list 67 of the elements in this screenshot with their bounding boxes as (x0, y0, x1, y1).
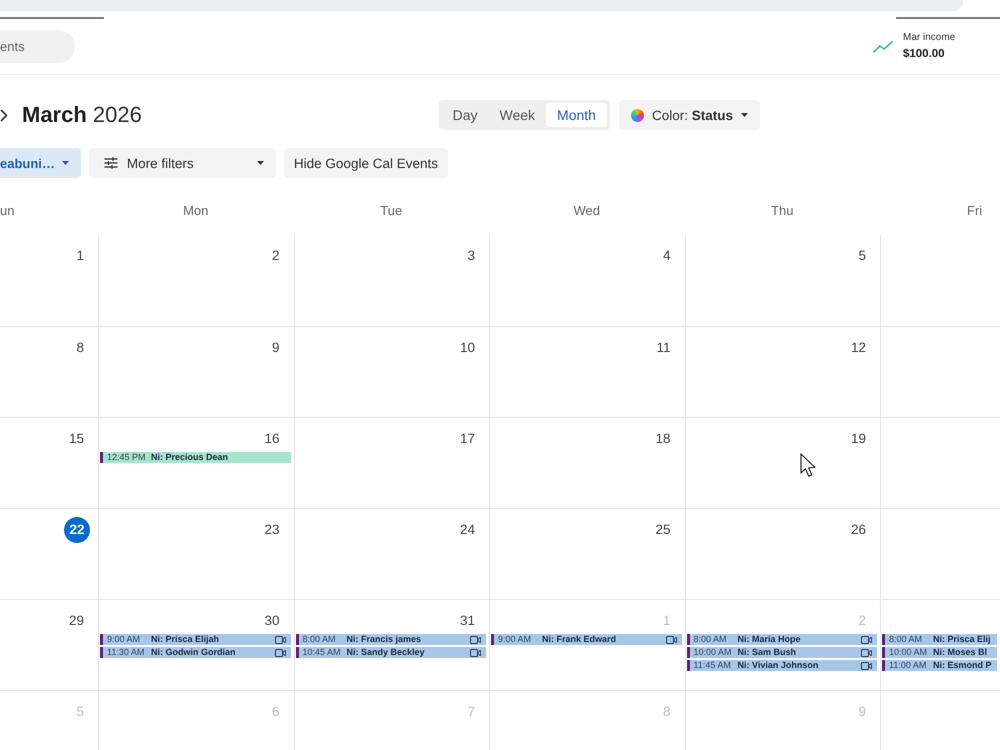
caret-down-icon (62, 161, 69, 165)
date-number: 23 (264, 521, 280, 539)
mouse-pointer-icon (800, 453, 817, 478)
date-number: 15 (68, 430, 84, 448)
more-filters-button[interactable]: More filters (88, 148, 276, 178)
caret-down-icon (256, 161, 264, 165)
date-number: 1 (662, 612, 670, 630)
weekday-label: Fri (967, 203, 982, 218)
date-number: 7 (467, 703, 475, 721)
view-tab[interactable]: Month (546, 103, 607, 127)
calendar-event[interactable]: 9:00 AM Ni: Frank Edward (491, 634, 682, 645)
calendar-event[interactable]: 8:00 AM Ni: Maria Hope (686, 634, 877, 645)
caret-down-icon (741, 113, 748, 117)
date-number: 18 (655, 430, 670, 448)
date-number: 12 (850, 339, 866, 357)
hide-events-button[interactable]: Hide Google Cal Events (284, 148, 448, 178)
income-amount: $100.00 (903, 47, 946, 62)
calendar-event[interactable]: 11:00 AM Ni: Esmond P (882, 660, 997, 671)
calendar-event[interactable]: 11:30 AM Ni: Godwin Gordian (100, 647, 290, 658)
date-number: 19 (850, 430, 866, 448)
search-field[interactable]: ents (0, 30, 75, 63)
income-label: Mar income (903, 31, 956, 44)
date-number: 9 (858, 703, 866, 721)
calendar-event[interactable]: 11:45 AM Ni: Vivian Johnson (686, 660, 877, 671)
calendar-event[interactable]: 9:00 AM Ni: Prisca Elijah (100, 634, 290, 645)
sliders-icon (104, 157, 118, 169)
account-filter-chip[interactable]: eabuni… (0, 148, 81, 178)
date-number: 6 (272, 703, 280, 721)
calendar-event[interactable]: 10:00 AM Ni: Moses Bl (882, 647, 997, 658)
color-wheel-icon (630, 108, 644, 122)
date-number: 4 (662, 247, 670, 265)
date-number: 30 (264, 612, 280, 630)
chevron-right-icon[interactable] (0, 108, 8, 122)
weekday-label: Thu (771, 203, 794, 218)
date-number: 8 (662, 703, 670, 721)
date-number: 17 (460, 430, 475, 448)
trend-up-icon (873, 40, 893, 52)
date-number: 22 (64, 517, 90, 543)
date-number: 1 (76, 247, 84, 265)
calendar-event[interactable]: 12:45 PM Ni: Precious Dean (100, 452, 290, 463)
date-number: 31 (460, 612, 475, 630)
calendar-event[interactable]: 10:00 AM Ni: Sam Bush (686, 647, 877, 658)
date-number: 2 (272, 247, 280, 265)
date-number: 25 (655, 521, 670, 539)
date-number: 16 (264, 430, 280, 448)
date-number: 3 (467, 247, 475, 265)
calendar-event[interactable]: 10:45 AM Ni: Sandy Beckley (296, 647, 486, 658)
weekday-label: un (0, 203, 14, 218)
date-number: 26 (850, 521, 866, 539)
weekday-label: Wed (574, 203, 600, 218)
date-number: 11 (656, 339, 670, 357)
date-number: 24 (460, 521, 475, 539)
calendar-event[interactable]: 8:00 AM Ni: Prisca Elij (882, 634, 997, 645)
view-tab[interactable]: Day (442, 103, 488, 127)
weekday-label: Tue (380, 203, 402, 218)
date-number: 10 (460, 339, 475, 357)
date-number: 9 (272, 339, 280, 357)
date-number: 5 (76, 703, 84, 721)
month-title: March 2026 (22, 102, 142, 128)
color-menu-button[interactable]: Color: Status (618, 100, 760, 130)
date-number: 5 (858, 247, 866, 265)
calendar-event[interactable]: 8:00 AM Ni: Francis james (296, 634, 486, 645)
view-tab[interactable]: Week (488, 103, 546, 127)
date-number: 2 (858, 612, 866, 630)
weekday-label: Mon (183, 203, 208, 218)
date-number: 29 (68, 612, 84, 630)
date-number: 8 (76, 339, 84, 357)
